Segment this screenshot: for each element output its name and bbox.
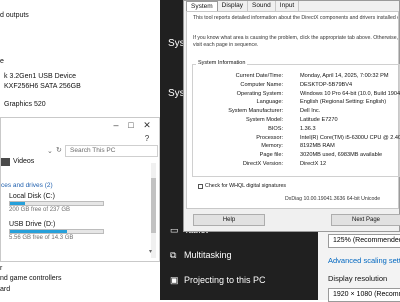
tablet-icon: ▭ (170, 225, 179, 235)
info-key: System Manufacturer: (228, 108, 283, 115)
projecting-icon: ▣ (170, 275, 179, 285)
info-key: DirectX Version: (242, 161, 283, 167)
scroll-down-icon[interactable]: ▾ (149, 248, 152, 255)
device-row[interactable]: Graphics 520 (4, 101, 46, 108)
info-key: Language: (256, 99, 283, 106)
drive-usage-fill (10, 202, 25, 205)
advanced-scaling-link[interactable]: Advanced scaling sett (328, 256, 400, 265)
sidebar-item-multitasking[interactable]: Multitasking (184, 250, 232, 260)
devices-section-header[interactable]: ces and drives (2) (1, 182, 53, 189)
drive-name: Local Disk (C:) (9, 193, 55, 200)
maximize-icon[interactable]: □ (126, 121, 136, 130)
whql-checkbox[interactable] (198, 184, 203, 189)
system-info-group (192, 64, 400, 177)
device-row[interactable]: e (0, 58, 4, 65)
dxdiag-version: DxDiag 10.00.19041.3636 64-bit Unicode (285, 196, 381, 202)
info-value: Monday, April 14, 2025, 7:00:32 PM (300, 73, 389, 79)
drive-item-c[interactable]: Local Disk (C:) 200 GB free of 237 GB (9, 193, 119, 213)
info-value: Latitude E7270 (300, 117, 338, 123)
device-row[interactable]: KXF256H6 SATA 256GB (4, 83, 81, 90)
device-row[interactable]: r (0, 265, 2, 272)
whql-checkbox-label: Check for WHQL digital signatures (205, 183, 287, 189)
tab-display[interactable]: Display (218, 1, 248, 11)
device-row[interactable]: d outputs (0, 12, 29, 19)
next-page-button[interactable]: Next Page (331, 214, 400, 226)
info-value: Dell Inc. (300, 108, 321, 115)
minimize-icon[interactable]: – (111, 121, 121, 130)
resolution-label: Display resolution (328, 274, 388, 283)
videos-label[interactable]: Videos (13, 158, 34, 165)
drive-name: USB Drive (D:) (9, 221, 56, 228)
file-explorer-window: – □ ✕ ? ⌄ ↻ Search This PC Videos ces an… (0, 117, 160, 262)
info-key: System Model: (246, 117, 283, 123)
system-info-title: System Information (196, 60, 248, 66)
info-value: DESKTOP-5B79BV4 (300, 81, 353, 88)
device-row[interactable]: k 3.2Gen1 USB Device (4, 73, 76, 80)
device-manager-window: d outputs e k 3.2Gen1 USB Device KXF256H… (0, 0, 165, 120)
drive-usage-bar (9, 229, 104, 234)
drive-usage-fill (10, 230, 67, 233)
intro-text: This tool reports detailed information a… (193, 15, 398, 21)
tab-bar: System Display Sound Input (186, 1, 300, 11)
refresh-icon[interactable]: ↻ (56, 146, 62, 154)
info-key: Page file: (259, 152, 283, 159)
info-key: Computer Name: (240, 81, 283, 88)
device-row[interactable]: ard (0, 286, 10, 293)
display-settings-panel: 125% (Recommended) Advanced scaling sett… (318, 222, 400, 302)
info-key: Memory: (261, 143, 283, 150)
info-key: BIOS: (268, 125, 283, 132)
help-icon[interactable]: ? (142, 134, 152, 143)
info-value: Windows 10 Pro 64-bit (10.0, Build 1904 (300, 90, 400, 97)
info-key: Processor: (256, 134, 283, 141)
intro-text: visit each page in sequence. (193, 42, 259, 48)
device-row[interactable]: nd game controllers (0, 275, 61, 282)
video-folder-icon (1, 158, 10, 166)
multitasking-icon: ⧉ (170, 250, 177, 260)
info-value: English (Regional Setting: English) (300, 99, 387, 106)
tab-input[interactable]: Input (276, 1, 300, 11)
tab-sound[interactable]: Sound (248, 1, 276, 11)
tab-system[interactable]: System (186, 1, 218, 11)
info-value: 8192MB RAM (300, 143, 335, 150)
drive-item-d[interactable]: USB Drive (D:) 5.56 GB free of 14.3 GB (9, 221, 119, 241)
help-button[interactable]: Help (193, 214, 265, 226)
info-value: 3020MB used, 6983MB available (300, 152, 383, 159)
drive-usage-bar (9, 201, 104, 206)
info-value: DirectX 12 (300, 161, 327, 167)
info-value: 1.36.3 (300, 125, 316, 132)
info-key: Current Date/Time: (235, 73, 283, 79)
search-input[interactable]: Search This PC (65, 145, 158, 157)
close-icon[interactable]: ✕ (142, 121, 152, 130)
scale-select[interactable]: 125% (Recommended) (328, 234, 400, 248)
intro-text: If you know what area is causing the pro… (193, 35, 398, 41)
drive-free-text: 200 GB free of 237 GB (9, 207, 71, 213)
drive-free-text: 5.56 GB free of 14.3 GB (9, 235, 74, 241)
scrollbar-thumb[interactable] (151, 178, 156, 233)
sidebar-item-projecting[interactable]: Projecting to this PC (184, 275, 266, 285)
info-value: Intel(R) Core(TM) i5-6300U CPU @ 2.40 (300, 134, 400, 141)
chevron-down-icon[interactable]: ⌄ (47, 147, 53, 155)
info-key: Operating System: (236, 90, 283, 97)
